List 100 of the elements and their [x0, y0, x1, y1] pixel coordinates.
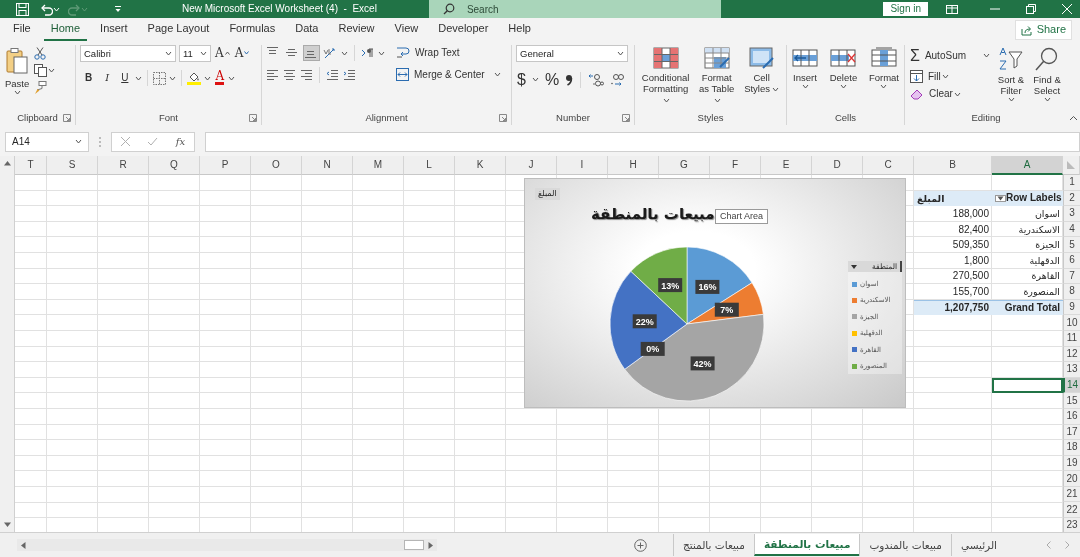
- column-header[interactable]: I: [557, 156, 608, 175]
- row-header[interactable]: 20: [1063, 471, 1080, 487]
- collapse-ribbon-icon[interactable]: [1069, 115, 1078, 121]
- grow-font-button[interactable]: A: [214, 45, 231, 62]
- share-button[interactable]: Share: [1014, 20, 1072, 40]
- column-header[interactable]: S: [47, 156, 98, 175]
- text-direction-icon[interactable]: [361, 48, 374, 58]
- decrease-decimal-icon[interactable]: [609, 72, 626, 87]
- column-header[interactable]: D: [812, 156, 863, 175]
- column-header[interactable]: N: [302, 156, 353, 175]
- restore-icon[interactable]: [1026, 4, 1036, 14]
- align-left-icon[interactable]: [266, 69, 279, 81]
- column-header[interactable]: F: [710, 156, 761, 175]
- borders-icon[interactable]: [153, 71, 167, 85]
- sign-in-button[interactable]: Sign in: [883, 2, 928, 16]
- menu-tab[interactable]: Help: [501, 19, 538, 41]
- filter-button[interactable]: [995, 194, 1006, 202]
- column-header[interactable]: R: [98, 156, 149, 175]
- column-header[interactable]: B: [914, 156, 992, 175]
- bottom-align-icon[interactable]: [304, 46, 319, 60]
- pie-slice[interactable]: [630, 246, 688, 325]
- number-format-dropdown[interactable]: General: [516, 45, 628, 62]
- close-icon[interactable]: [1062, 4, 1072, 14]
- column-header[interactable]: K: [455, 156, 506, 175]
- row-header[interactable]: 1: [1063, 175, 1080, 191]
- increase-indent-icon[interactable]: [343, 69, 356, 81]
- column-header[interactable]: P: [200, 156, 251, 175]
- menu-tab[interactable]: View: [387, 19, 426, 41]
- scroll-down-icon[interactable]: [2, 522, 12, 528]
- styles-button[interactable]: Format as Table: [696, 45, 738, 111]
- fill-color-icon[interactable]: [187, 71, 202, 85]
- save-icon[interactable]: [16, 2, 29, 16]
- find-select-button[interactable]: Find & Select: [1031, 45, 1063, 111]
- styles-button[interactable]: Conditional Formatting: [639, 45, 693, 111]
- currency-button[interactable]: $: [516, 69, 527, 91]
- column-header[interactable]: E: [761, 156, 812, 175]
- function-button[interactable]: fx: [175, 135, 186, 148]
- italic-button[interactable]: I: [100, 71, 115, 85]
- bold-button[interactable]: B: [80, 71, 98, 85]
- shrink-font-button[interactable]: A: [233, 45, 251, 62]
- formula-input[interactable]: [205, 131, 1080, 152]
- scroll-thumb[interactable]: [404, 540, 424, 550]
- menu-tab[interactable]: Home: [43, 19, 88, 41]
- search-field[interactable]: Search: [428, 0, 721, 18]
- column-header[interactable]: A: [992, 156, 1063, 175]
- fill-button[interactable]: Fill: [909, 69, 992, 85]
- orientation-icon[interactable]: [323, 46, 337, 60]
- font-name-dropdown[interactable]: Calibri: [80, 45, 176, 62]
- menu-tab[interactable]: Insert: [93, 19, 135, 41]
- menu-tab[interactable]: File: [6, 19, 38, 41]
- dialog-launcher-icon[interactable]: [622, 114, 630, 122]
- column-header[interactable]: C: [863, 156, 914, 175]
- sort-filter-button[interactable]: Sort & Filter: [995, 45, 1027, 111]
- percent-button[interactable]: %: [543, 69, 561, 91]
- menu-tab[interactable]: Developer: [431, 19, 496, 41]
- pie-slice[interactable]: [624, 314, 765, 402]
- undo-icon[interactable]: [40, 2, 53, 16]
- align-center-icon[interactable]: [283, 69, 296, 81]
- row-header[interactable]: 15: [1063, 393, 1080, 409]
- increase-decimal-icon[interactable]: [588, 72, 605, 87]
- column-header[interactable]: O: [251, 156, 302, 175]
- sheet-tab[interactable]: مبيعات بالمنطقة: [753, 534, 860, 556]
- column-header[interactable]: J: [506, 156, 557, 175]
- scroll-right-icon[interactable]: [428, 540, 434, 550]
- name-box[interactable]: A14: [5, 131, 89, 152]
- dialog-launcher-icon[interactable]: [499, 114, 507, 122]
- font-color-button[interactable]: A: [214, 70, 226, 86]
- active-cell[interactable]: [992, 377, 1063, 394]
- dialog-launcher-icon[interactable]: [63, 114, 71, 122]
- clear-button[interactable]: Clear: [909, 87, 992, 102]
- column-header[interactable]: G: [659, 156, 710, 175]
- sheet-tab[interactable]: الرئيسي: [950, 534, 1006, 556]
- cells-button[interactable]: Delete: [828, 45, 859, 111]
- cells-button[interactable]: Format: [867, 45, 900, 111]
- row-header[interactable]: 18: [1063, 440, 1080, 456]
- menu-tab[interactable]: Page Layout: [140, 19, 217, 41]
- align-right-icon[interactable]: [300, 69, 313, 81]
- column-header[interactable]: T: [15, 156, 47, 175]
- font-size-dropdown[interactable]: 11: [179, 45, 211, 62]
- sheet-tab[interactable]: مبيعات بالمنتج: [672, 534, 754, 556]
- row-header[interactable]: 23: [1063, 518, 1080, 532]
- ribbon-display-icon[interactable]: [946, 4, 958, 14]
- scroll-up-icon[interactable]: [2, 160, 12, 166]
- cells-button[interactable]: Insert: [791, 45, 819, 111]
- decrease-indent-icon[interactable]: [326, 69, 339, 81]
- row-header[interactable]: 22: [1063, 502, 1080, 519]
- styles-button[interactable]: Cell Styles: [741, 45, 782, 111]
- new-sheet-button[interactable]: [633, 538, 647, 552]
- menu-tab[interactable]: Data: [288, 19, 326, 41]
- column-header[interactable]: Q: [149, 156, 200, 175]
- column-header[interactable]: L: [404, 156, 455, 175]
- menu-tab[interactable]: Review: [331, 19, 382, 41]
- row-header[interactable]: 5: [1063, 237, 1080, 253]
- format-painter-icon[interactable]: [34, 81, 48, 94]
- merge-center-button[interactable]: Merge & Center: [395, 67, 502, 82]
- row-header[interactable]: 3: [1063, 206, 1080, 222]
- copy-icon[interactable]: [34, 64, 48, 77]
- paste-button[interactable]: Paste: [4, 45, 31, 111]
- row-header[interactable]: 10: [1063, 315, 1080, 331]
- column-header[interactable]: H: [608, 156, 659, 175]
